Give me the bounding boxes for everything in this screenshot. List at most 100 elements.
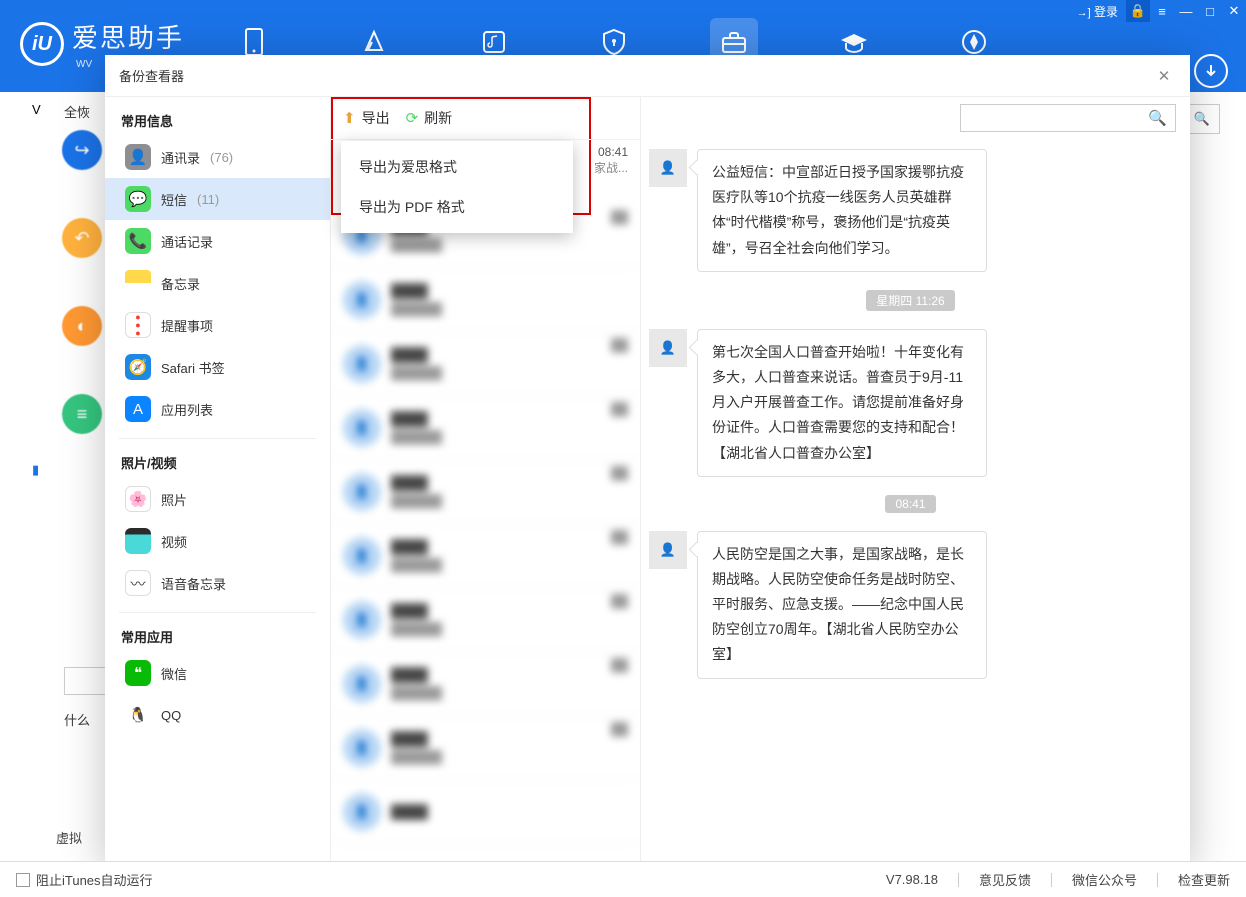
safari-icon: 🧭 [125,354,151,380]
sidebar-item-videos[interactable]: 视频 [105,520,330,562]
sidebar-item-count: (11) [197,192,219,207]
avatar-icon: 👤 [343,409,381,447]
thread-row[interactable]: 👤████████████ [331,332,640,396]
refresh-label: 刷新 [424,108,452,128]
block-itunes-label: 阻止iTunes自动运行 [36,870,153,889]
thread-row[interactable]: 👤████████████ [331,588,640,652]
sidebar-item-count: (76) [210,150,233,165]
message-bubble: 公益短信：中宣部近日授予国家援鄂抗疫医疗队等10个抗疫一线医务人员英雄群体“时代… [697,149,987,272]
menu-icon[interactable]: ≡ [1150,0,1174,22]
sidebar-item-label: 视频 [161,532,187,551]
avatar-icon: 👤 [343,537,381,575]
thread-row[interactable]: 👤████ [331,780,640,844]
message-row: 👤 公益短信：中宣部近日授予国家援鄂抗疫医疗队等10个抗疫一线医务人员英雄群体“… [649,149,1172,272]
block-itunes-checkbox[interactable]: 阻止iTunes自动运行 [16,870,153,889]
search-icon[interactable]: 🔍 [1148,109,1167,127]
sidebar-item-label: QQ [161,708,181,723]
sidebar-item-reminders[interactable]: ●●● 提醒事项 [105,304,330,346]
sidebar-item-photos[interactable]: 🌸 照片 [105,478,330,520]
export-menu-item-pdf[interactable]: 导出为 PDF 格式 [341,187,573,227]
reminders-icon: ●●● [125,312,151,338]
refresh-icon: ⟳ [406,109,419,127]
avatar-icon: 👤 [343,473,381,511]
modal-title: 备份查看器 [119,66,184,85]
photos-icon: 🌸 [125,486,151,512]
sidebar-item-sms[interactable]: 💬 短信 (11) [105,178,330,220]
export-button[interactable]: ⬆ 导出 [343,108,390,128]
export-icon: ⬆ [343,109,356,127]
maximize-button[interactable]: □ [1198,0,1222,22]
check-update-link[interactable]: 检查更新 [1178,870,1230,889]
close-window-button[interactable]: ✕ [1222,0,1246,22]
sidebar-item-label: Safari 书签 [161,358,225,377]
contacts-icon: 👤 [125,144,151,170]
bg-what: 什么 [64,710,90,729]
section-header-media: 照片/视频 [105,447,330,478]
sidebar-item-label: 通讯录 [161,148,200,167]
lock-icon[interactable]: 🔒 [1126,0,1150,22]
app-name: 爱思助手 [72,18,184,55]
thread-row[interactable]: 👤████████████ [331,396,640,460]
qq-icon: 🐧 [125,702,151,728]
version-label: V7.98.18 [886,872,938,887]
phone-icon: 📞 [125,228,151,254]
bg-box [64,667,106,695]
sidebar-item-voicememos[interactable]: 〰 语音备忘录 [105,562,330,604]
thread-row[interactable]: 👤████████████ [331,652,640,716]
search-input-wrapper[interactable]: 🔍 [960,104,1176,132]
thread-time: 08:41家战... [594,145,628,176]
message-row: 👤 人民防空是国之大事，是国家战略，是长期战略。人民防空使命任务是战时防空、平时… [649,531,1172,679]
app-logo-icon: iU [20,22,64,66]
export-label: 导出 [362,108,390,128]
videos-icon [125,528,151,554]
download-button[interactable] [1194,54,1228,88]
export-menu: 导出为爱思格式 导出为 PDF 格式 [341,141,573,233]
login-link[interactable]: →] 登录 [1069,3,1126,20]
notes-icon [125,270,151,296]
sidebar-item-wechat[interactable]: ❝ 微信 [105,652,330,694]
avatar-icon: 👤 [343,665,381,703]
sidebar-item-apps[interactable]: A 应用列表 [105,388,330,430]
sidebar-item-calllog[interactable]: 📞 通话记录 [105,220,330,262]
sidebar-item-label: 通话记录 [161,232,213,251]
thread-row[interactable]: 👤████████████ [331,716,640,780]
sidebar-item-safari[interactable]: 🧭 Safari 书签 [105,346,330,388]
sidebar-item-label: 微信 [161,664,187,683]
message-bubble: 人民防空是国之大事，是国家战略，是长期战略。人民防空使命任务是战时防空、平时服务… [697,531,987,679]
wechat-icon: ❝ [125,660,151,686]
avatar-icon: 👤 [343,281,381,319]
sidebar-item-notes[interactable]: 备忘录 [105,262,330,304]
checkbox-icon [16,873,30,887]
export-menu-item-aisi[interactable]: 导出为爱思格式 [341,147,573,187]
thread-row[interactable]: 👤████████████ [331,524,640,588]
bg-circle-icon: ◐ [62,306,102,346]
sidebar-item-label: 语音备忘录 [161,574,226,593]
modal-close-button[interactable]: ✕ [1152,64,1176,88]
bg-text: 全恢 [64,102,90,121]
thread-row[interactable]: 👤██████████ [331,268,640,332]
apps-icon: A [125,396,151,422]
thread-row[interactable]: 👤████████████ [331,460,640,524]
search-input[interactable] [969,111,1148,125]
sidebar-item-label: 备忘录 [161,274,200,293]
sidebar-item-qq[interactable]: 🐧 QQ [105,694,330,736]
avatar-icon: 👤 [343,793,381,831]
avatar-icon: 👤 [649,329,687,367]
feedback-link[interactable]: 意见反馈 [979,870,1031,889]
sidebar-item-label: 照片 [161,490,187,509]
minimize-button[interactable]: — [1174,0,1198,22]
sidebar-item-label: 应用列表 [161,400,213,419]
time-separator: 星期四 11:26 [866,290,954,311]
message-bubble: 第七次全国人口普查开始啦！十年变化有多大，人口普查来说话。普查员于9月-11月入… [697,329,987,477]
avatar-icon: 👤 [343,601,381,639]
bg-check-icon: ≡ [62,394,102,434]
bg-letter: V [32,102,41,117]
sidebar-item-label: 短信 [161,190,187,209]
avatar-icon: 👤 [649,531,687,569]
wechat-pub-link[interactable]: 微信公众号 [1072,870,1137,889]
bg-virtual: 虚拟 [56,828,82,847]
sidebar-item-contacts[interactable]: 👤 通讯录 (76) [105,136,330,178]
avatar-icon: 👤 [649,149,687,187]
message-row: 👤 第七次全国人口普查开始啦！十年变化有多大，人口普查来说话。普查员于9月-11… [649,329,1172,477]
refresh-button[interactable]: ⟳ 刷新 [406,108,453,128]
